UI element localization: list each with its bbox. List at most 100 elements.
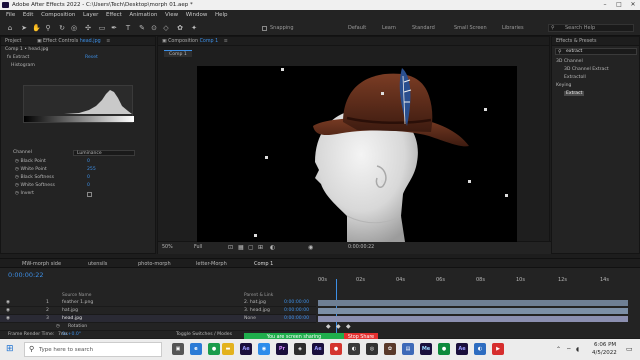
media-encoder-icon[interactable]: Me bbox=[420, 343, 432, 355]
panel-menu-icon[interactable]: ≡ bbox=[224, 39, 228, 44]
control-point[interactable] bbox=[505, 194, 508, 197]
menu-view[interactable]: View bbox=[165, 10, 178, 21]
control-point[interactable] bbox=[381, 92, 384, 95]
stopwatch-icon[interactable]: ◷ bbox=[15, 159, 19, 164]
app-icon[interactable]: ◐ bbox=[348, 343, 360, 355]
composition-viewer[interactable] bbox=[197, 66, 517, 242]
tab-effect-controls-file[interactable]: head.jpg bbox=[80, 39, 101, 44]
text-tool-icon[interactable]: T bbox=[124, 24, 132, 32]
app-icon[interactable]: Ae bbox=[312, 343, 324, 355]
layer-parent[interactable]: 2. hat.jpg bbox=[244, 299, 266, 307]
home-icon[interactable]: ⌂ bbox=[6, 24, 14, 32]
menu-effect[interactable]: Effect bbox=[106, 10, 122, 21]
effect-extractoll[interactable]: Extractoll bbox=[552, 74, 639, 82]
menu-layer[interactable]: Layer bbox=[83, 10, 98, 21]
workspace-default[interactable]: Default bbox=[348, 25, 366, 31]
timeline-tab[interactable]: photo-morph bbox=[138, 261, 171, 267]
rotate-tool-icon[interactable]: ↻ bbox=[58, 24, 66, 32]
close-icon[interactable]: ✕ bbox=[626, 0, 640, 10]
control-point[interactable] bbox=[468, 180, 471, 183]
menu-animation[interactable]: Animation bbox=[129, 10, 157, 21]
layer-time[interactable]: 0:00:00:00 bbox=[284, 299, 309, 307]
rectangle-tool-icon[interactable]: ▭ bbox=[98, 24, 106, 32]
app-icon[interactable]: ● bbox=[438, 343, 450, 355]
keyframe-icon[interactable]: ◆ bbox=[346, 323, 351, 330]
notifications-icon[interactable]: ▭ bbox=[626, 345, 633, 353]
lock-icon[interactable]: ▣ bbox=[37, 39, 42, 44]
layer-track-bar[interactable] bbox=[318, 308, 628, 314]
effect-name[interactable]: Extract bbox=[13, 55, 29, 60]
source-name-header[interactable]: Source Name bbox=[62, 293, 91, 298]
hand-tool-icon[interactable]: ✋ bbox=[32, 24, 41, 32]
minimize-icon[interactable]: – bbox=[598, 0, 612, 10]
maximize-icon[interactable]: □ bbox=[612, 0, 626, 10]
timeline-tab[interactable]: letter-Morph bbox=[196, 261, 227, 267]
menu-help[interactable]: Help bbox=[215, 10, 228, 21]
visibility-icon[interactable]: ◉ bbox=[6, 299, 10, 307]
windows-start-icon[interactable]: ⊞ bbox=[6, 344, 14, 354]
effects-search-field[interactable]: ⚲ extract bbox=[555, 48, 637, 55]
effects-presets-title[interactable]: Effects & Presets bbox=[552, 37, 639, 46]
param-value[interactable]: 0 bbox=[87, 182, 90, 190]
guides-icon[interactable]: ⊞ bbox=[258, 244, 263, 251]
stopwatch-icon[interactable]: ◷ bbox=[15, 191, 19, 196]
viewer-tab-comp-1[interactable]: Comp 1 bbox=[164, 50, 192, 57]
snapping-checkbox[interactable] bbox=[262, 26, 267, 31]
zoom-select[interactable]: 50% bbox=[162, 245, 173, 250]
zoom-app-icon[interactable]: ◉ bbox=[258, 343, 270, 355]
fx-icon[interactable]: fx bbox=[7, 55, 11, 60]
resolution-select[interactable]: Full bbox=[194, 245, 202, 250]
network-icon[interactable]: ⌔ bbox=[566, 346, 572, 354]
workspace-small-screen[interactable]: Small Screen bbox=[454, 25, 487, 31]
region-icon[interactable]: ⊡ bbox=[228, 244, 233, 251]
pen-tool-icon[interactable]: ✒ bbox=[110, 24, 118, 32]
effect-3d-channel-extract[interactable]: 3D Channel Extract bbox=[552, 66, 639, 74]
clock-date[interactable]: 4/5/2022 bbox=[592, 350, 617, 356]
clone-tool-icon[interactable]: ⊙ bbox=[150, 24, 158, 32]
layer-name[interactable]: feather 1.png bbox=[62, 299, 93, 307]
pan-behind-tool-icon[interactable]: ✣ bbox=[84, 24, 92, 32]
layer-name[interactable]: hat.jpg bbox=[62, 307, 78, 315]
category-3d-channel[interactable]: 3D Channel bbox=[552, 58, 639, 66]
control-point[interactable] bbox=[381, 180, 384, 183]
channel-icon[interactable]: ◐ bbox=[270, 244, 275, 251]
eraser-tool-icon[interactable]: ◇ bbox=[162, 24, 170, 32]
tab-effect-controls[interactable]: Effect Controls bbox=[43, 39, 78, 44]
category-keying[interactable]: Keying bbox=[552, 82, 639, 90]
camera-tool-icon[interactable]: ◎ bbox=[70, 24, 78, 32]
layer-row[interactable]: ◉ 1 feather 1.png 2. hat.jpg 0:00:00:00 bbox=[0, 299, 316, 307]
app-icon[interactable]: ◈ bbox=[294, 343, 306, 355]
volume-icon[interactable]: ◖ bbox=[576, 346, 579, 353]
param-value[interactable]: 0 bbox=[87, 158, 90, 166]
layer-parent[interactable]: 3. head.jpg bbox=[244, 307, 270, 315]
invert-checkbox[interactable] bbox=[87, 192, 92, 197]
layer-time[interactable]: 0:00:00:00 bbox=[284, 307, 309, 315]
control-point[interactable] bbox=[484, 108, 487, 111]
layer-name[interactable]: head.jpg bbox=[62, 315, 82, 323]
histogram-display[interactable] bbox=[23, 85, 134, 123]
toggle-switches-modes[interactable]: Toggle Switches / Modes bbox=[176, 332, 232, 337]
workspace-standard[interactable]: Standard bbox=[412, 25, 435, 31]
control-point[interactable] bbox=[281, 68, 284, 71]
tab-composition-name[interactable]: Comp 1 bbox=[200, 39, 219, 44]
app-icon[interactable]: ▶ bbox=[492, 343, 504, 355]
transparency-grid-icon[interactable]: ▦ bbox=[238, 244, 244, 251]
stopwatch-icon[interactable]: ◷ bbox=[15, 183, 19, 188]
layer-track-bar[interactable] bbox=[318, 316, 628, 322]
zoom-tool-icon[interactable]: ⚲ bbox=[44, 24, 52, 32]
param-value[interactable]: 255 bbox=[87, 166, 96, 174]
workspace-libraries[interactable]: Libraries bbox=[502, 25, 524, 31]
tab-composition[interactable]: Composition bbox=[168, 39, 198, 44]
menu-composition[interactable]: Composition bbox=[41, 10, 75, 21]
stopwatch-icon[interactable]: ◷ bbox=[15, 167, 19, 172]
layer-parent[interactable]: None bbox=[244, 315, 256, 323]
layer-row[interactable]: ◉ 2 hat.jpg 3. head.jpg 0:00:00:00 bbox=[0, 307, 316, 315]
after-effects-taskbar-icon[interactable]: Ae bbox=[240, 343, 252, 355]
keyframe-icon[interactable]: ◆ bbox=[326, 323, 331, 330]
layer-row-selected[interactable]: ◉ 3 head.jpg None 0:00:00:00 bbox=[0, 315, 316, 323]
layer-track-bar[interactable] bbox=[318, 300, 628, 306]
taskbar-search-box[interactable]: ⚲ Type here to search bbox=[24, 342, 162, 357]
clock-time[interactable]: 6:06 PM bbox=[594, 342, 616, 348]
menu-edit[interactable]: Edit bbox=[23, 10, 34, 21]
stopwatch-icon[interactable]: ◷ bbox=[15, 175, 19, 180]
